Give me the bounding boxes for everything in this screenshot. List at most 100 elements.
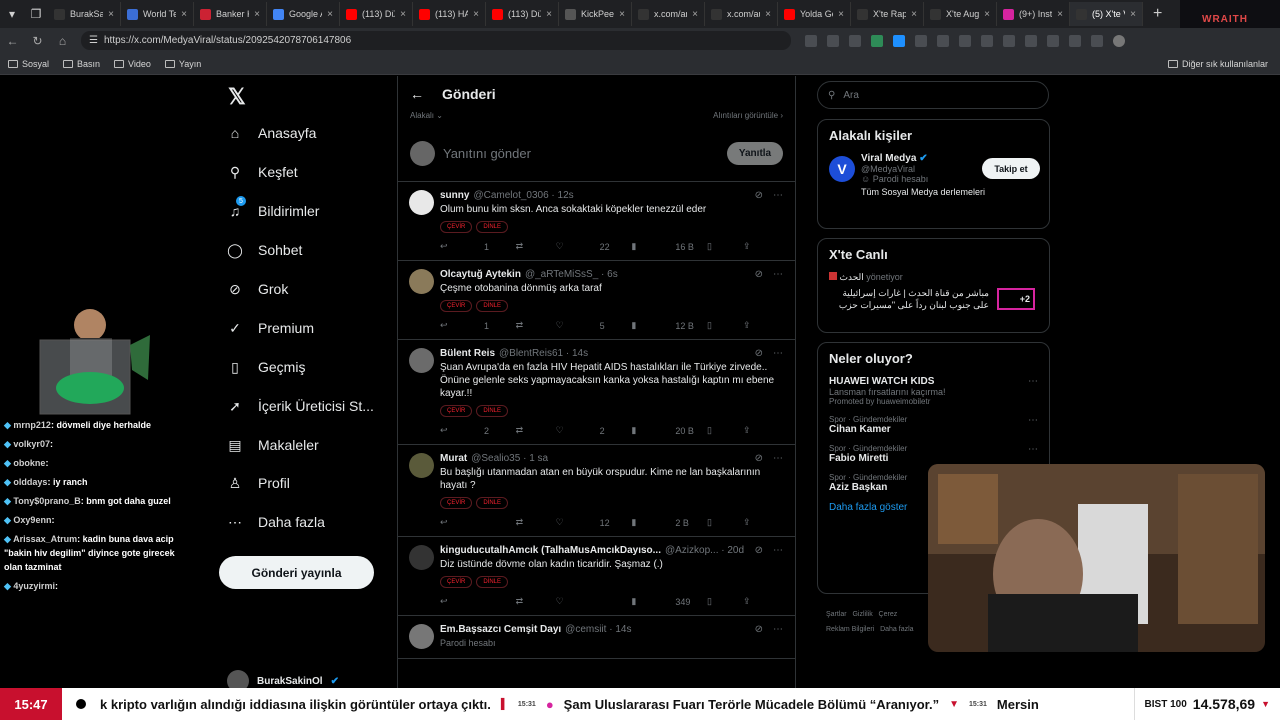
bookmark-action[interactable]: ▯ [707,596,743,607]
browser-tab[interactable]: KickPeek × [559,2,632,26]
extension-icon[interactable] [871,34,883,47]
avatar[interactable] [409,348,434,373]
back-arrow-icon[interactable]: ← [410,86,424,102]
retweet-action[interactable]: ⇄ [516,241,556,252]
extension-icon[interactable] [915,34,927,47]
reply-input[interactable]: Yanıtını gönder [443,146,719,161]
browser-tab[interactable]: Banker K × [194,2,267,26]
close-icon[interactable]: × [838,9,844,20]
listen-chip[interactable]: DİNLE [476,405,509,417]
nav-item-article[interactable]: ▤ Makaleler [226,436,318,454]
chat-username[interactable]: 4yuzyirmi [13,581,55,591]
close-icon[interactable]: × [984,9,990,20]
like-action[interactable]: ♡ [556,596,632,607]
nav-item-rocket[interactable]: ➚ İçerik Üreticisi St... [226,397,374,415]
views-action[interactable]: ▮ 2 B [631,517,707,528]
footer-link[interactable]: Daha fazla [880,626,913,633]
translate-chip[interactable]: ÇEVİR [440,300,473,312]
browser-tab[interactable]: BurakSaki × [48,2,121,26]
share-action[interactable]: ⇪ [743,320,779,331]
browser-tab[interactable]: Yolda Gö × [778,2,851,26]
bookmark-other[interactable]: Diğer sık kullanılanlar [1167,59,1268,69]
chat-username[interactable]: mrnp212 [13,420,51,430]
close-icon[interactable]: × [181,9,187,20]
grok-icon[interactable]: ⊘ [755,190,763,201]
like-action[interactable]: ♡ 2 [556,425,632,436]
live-item[interactable]: مباشر من قناة الحدث | غارات إسرائيلية عل… [829,287,1038,311]
nav-item-profile[interactable]: ♙ Profil [226,474,290,492]
tweet[interactable]: Murat @Sealio35 · 1 sa ⊘ ⋯ Bu başlığı utanma… [398,445,795,537]
tweet[interactable]: Olcaytuğ Aytekin @_aRTeMiSsS_ · 6s ⊘ ⋯ Çeşme… [398,261,795,340]
browser-tab[interactable]: (113) Dü × [340,2,413,26]
footer-link[interactable]: Reklam Bilgileri [826,626,874,633]
nav-item-chat[interactable]: ◯ Sohbet [226,241,302,259]
close-icon[interactable]: × [765,9,771,20]
bookmark-action[interactable]: ▯ [707,517,743,528]
reply-action[interactable]: ↩ 1 [440,320,516,331]
bookmark-action[interactable]: ▯ [707,425,743,436]
browser-tab[interactable]: X'te Augu × [924,2,997,26]
footer-link[interactable]: Çerez [879,611,898,618]
views-action[interactable]: ▮ 349 [631,596,707,607]
translate-chip[interactable]: ÇEVİR [440,576,473,588]
extension-icon[interactable] [827,34,839,47]
chat-username[interactable]: volkyr07 [13,439,50,449]
nav-item-bell[interactable]: ♫ 5 Bildirimler [226,196,319,220]
close-icon[interactable]: × [108,9,114,20]
retweet-action[interactable]: ⇄ [516,320,556,331]
close-icon[interactable]: × [619,9,625,20]
reply-action[interactable]: ↩ 2 [440,425,516,436]
site-info-icon[interactable]: ☰ [89,35,98,46]
chat-username[interactable]: Tony$0prano_B [13,496,80,506]
reply-action[interactable]: ↩ [440,596,516,607]
more-icon[interactable]: ⋯ [773,269,783,280]
retweet-action[interactable]: ⇄ [516,517,556,528]
bookmark-video[interactable]: Video [114,59,151,69]
grok-icon[interactable]: ⊘ [755,624,763,635]
more-icon[interactable]: ⋯ [1028,444,1038,455]
reply-action[interactable]: ↩ [440,517,516,528]
share-action[interactable]: ⇪ [743,517,779,528]
tweet-author[interactable]: sunny [440,190,469,201]
retweet-action[interactable]: ⇄ [516,425,556,436]
profile-avatar-icon[interactable] [1113,34,1125,47]
more-icon[interactable]: ⋯ [773,545,783,556]
footer-link[interactable]: Gizlilik [852,611,872,618]
listen-chip[interactable]: DİNLE [476,300,509,312]
chat-username[interactable]: Arissax_Atrum [13,534,77,544]
home-icon[interactable]: ⌂ [50,34,75,48]
listen-chip[interactable]: DİNLE [476,576,509,588]
browser-tab[interactable]: (113) HA × [413,2,486,26]
tweet[interactable]: Bülent Reis @BlentReis61 · 14s ⊘ ⋯ Şuan Avru… [398,340,795,445]
like-action[interactable]: ♡ 5 [556,320,632,331]
trend-item[interactable]: HUAWEI WATCH KIDS Lansman fırsatlarını ka… [829,376,1038,406]
avatar[interactable] [409,453,434,478]
x-logo-icon[interactable]: 𝕏 [228,84,246,110]
nav-item-more[interactable]: ⋯ Daha fazla [226,513,325,531]
nav-item-grok[interactable]: ⊘ Grok [226,280,288,298]
nav-item-premium[interactable]: ✓ Premium [226,319,314,337]
close-icon[interactable]: × [911,9,917,20]
share-action[interactable]: ⇪ [743,241,779,252]
trend-item[interactable]: Spor · Gündemdekiler Cihan Kamer ⋯ [829,415,1038,435]
share-action[interactable]: ⇪ [743,596,779,607]
tweet-author[interactable]: kinguducutalhAmcık (TalhaMusAmcıkDayıso.… [440,545,661,556]
browser-tab[interactable]: x.com/an × [632,2,705,26]
bookmark-basin[interactable]: Basın [63,59,100,69]
search-input[interactable]: ⚲ Ara [817,81,1049,109]
extension-icon[interactable] [893,34,905,47]
close-icon[interactable]: × [327,9,333,20]
views-action[interactable]: ▮ 20 B [631,425,707,436]
tweet-author[interactable]: Em.Başsazcı Cemşit Dayı [440,624,561,635]
views-action[interactable]: ▮ 12 B [631,320,707,331]
browser-tab[interactable]: x.com/au × [705,2,778,26]
like-action[interactable]: ♡ 22 [556,241,632,252]
browser-tab[interactable]: X'te Rap × [851,2,924,26]
reload-icon[interactable]: ↻ [25,34,50,48]
bookmark-action[interactable]: ▯ [707,320,743,331]
browser-tab[interactable]: (113) Dü × [486,2,559,26]
chat-username[interactable]: olddays [13,477,47,487]
footer-link[interactable]: Şartlar [826,611,847,618]
tweet[interactable]: kinguducutalhAmcık (TalhaMusAmcıkDayıso.… [398,537,795,616]
tweet[interactable]: sunny @Camelot_0306 · 12s ⊘ ⋯ Olum bunu kim … [398,182,795,261]
